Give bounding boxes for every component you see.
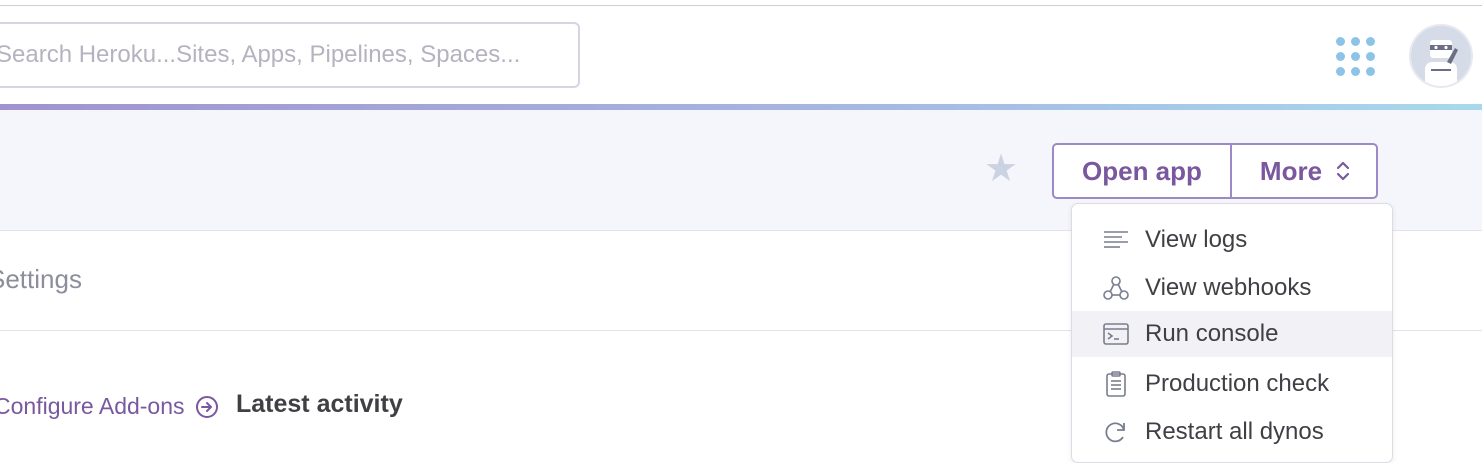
console-icon <box>1103 323 1129 345</box>
logs-icon <box>1104 231 1128 248</box>
more-label: More <box>1259 155 1323 186</box>
avatar[interactable] <box>1409 24 1473 88</box>
menu-item-label: View webhooks <box>1145 274 1312 301</box>
open-app-button[interactable]: Open app <box>1054 145 1230 197</box>
more-button[interactable]: More <box>1229 145 1376 197</box>
chevron-updown-icon <box>1336 161 1350 181</box>
star-icon[interactable]: ★ <box>984 150 1018 188</box>
avatar-icon <box>1425 40 1458 86</box>
menu-item-restart-all-dynos[interactable]: Restart all dynos <box>1072 409 1392 455</box>
configure-addons-link[interactable]: Configure Add-ons <box>0 393 219 420</box>
menu-item-label: View logs <box>1145 226 1248 253</box>
menu-item-run-console[interactable]: Run console <box>1072 311 1392 357</box>
header <box>0 6 1482 106</box>
restart-icon <box>1105 422 1125 443</box>
app-actions: Open app More <box>1052 143 1379 199</box>
menu-item-label: Run console <box>1145 320 1279 347</box>
clipboard-icon <box>1106 371 1126 397</box>
menu-item-label: Restart all dynos <box>1145 418 1324 445</box>
search-input[interactable] <box>0 24 578 86</box>
menu-item-view-webhooks[interactable]: View webhooks <box>1072 265 1392 311</box>
more-menu: View logs View webhooks Run console Prod… <box>1071 203 1393 463</box>
apps-grid-icon[interactable] <box>1336 37 1376 77</box>
menu-item-view-logs[interactable]: View logs <box>1072 217 1392 263</box>
webhooks-icon <box>1103 276 1129 300</box>
search-box[interactable] <box>0 22 580 88</box>
arrow-right-circle-icon <box>195 395 218 418</box>
latest-activity-title: Latest activity <box>236 390 403 418</box>
tab-settings[interactable]: Settings <box>0 264 82 295</box>
configure-addons-label: Configure Add-ons <box>0 393 185 419</box>
menu-item-production-check[interactable]: Production check <box>1072 361 1392 407</box>
menu-item-label: Production check <box>1145 370 1330 397</box>
